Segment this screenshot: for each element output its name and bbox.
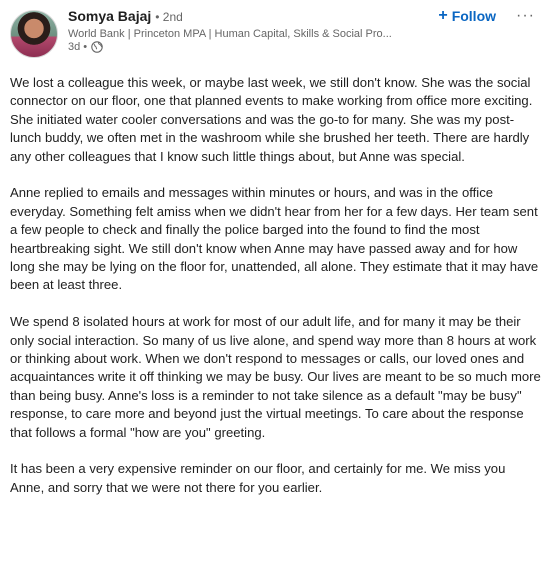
follow-label: Follow bbox=[451, 8, 497, 24]
plus-icon: + bbox=[438, 7, 448, 24]
linkedin-post: Somya Bajaj • 2nd World Bank | Princeton… bbox=[0, 0, 549, 568]
more-options-button[interactable]: ··· bbox=[516, 8, 535, 24]
avatar[interactable] bbox=[10, 10, 58, 58]
post-body: We lost a colleague this week, or maybe … bbox=[10, 74, 542, 497]
connection-degree: • 2nd bbox=[155, 10, 183, 24]
post-time: 3d • bbox=[68, 41, 88, 53]
post-time-row: 3d • bbox=[68, 41, 539, 53]
globe-icon bbox=[91, 41, 103, 53]
author-headline: World Bank | Princeton MPA | Human Capit… bbox=[68, 28, 392, 40]
post-paragraph: It has been a very expensive reminder on… bbox=[10, 461, 506, 495]
follow-button[interactable]: + Follow bbox=[438, 7, 497, 25]
post-paragraph: Anne replied to emails and messages with… bbox=[10, 185, 539, 293]
author-name[interactable]: Somya Bajaj bbox=[68, 8, 151, 24]
post-paragraph: We spend 8 isolated hours at work for mo… bbox=[10, 314, 541, 440]
post-actions: + Follow ··· bbox=[438, 7, 535, 25]
post-paragraph: We lost a colleague this week, or maybe … bbox=[10, 75, 533, 164]
